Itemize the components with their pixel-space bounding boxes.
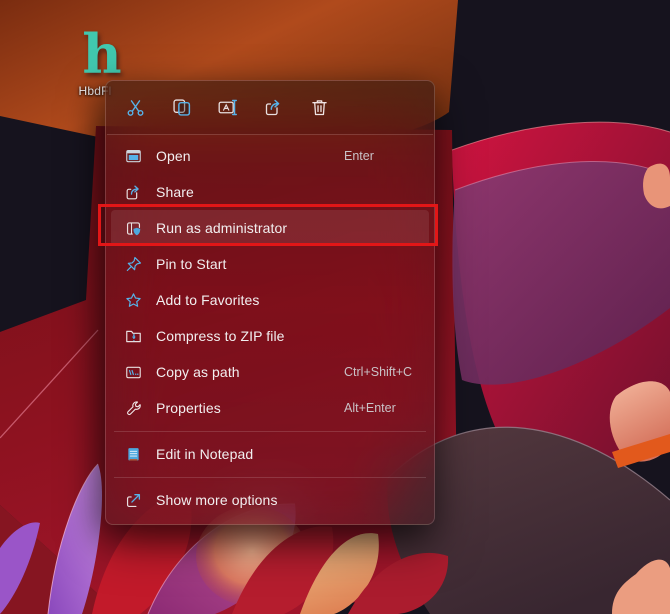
menu-item-run-as-administrator[interactable]: Run as administrator (111, 210, 429, 246)
share-icon (263, 97, 284, 118)
delete-button[interactable] (308, 97, 330, 119)
share-icon (124, 183, 143, 202)
menu-item-share[interactable]: Share (111, 174, 429, 210)
menu-item-label: Pin to Start (156, 256, 226, 272)
menu-item-label: Compress to ZIP file (156, 328, 285, 344)
trash-icon (309, 97, 330, 118)
share-button[interactable] (262, 97, 284, 119)
notepad-icon (124, 445, 143, 464)
quick-actions-bar (106, 81, 434, 134)
menu-item-add-to-favorites[interactable]: Add to Favorites (111, 282, 429, 318)
menu-item-pin-to-start[interactable]: Pin to Start (111, 246, 429, 282)
cut-button[interactable] (124, 97, 146, 119)
menu-separator (114, 477, 426, 478)
menu-item-properties[interactable]: Properties Alt+Enter (111, 390, 429, 426)
menu-separator (114, 431, 426, 432)
menu-item-open[interactable]: Open Enter (111, 138, 429, 174)
app-logo-h-icon: h (66, 28, 138, 80)
path-icon (124, 363, 143, 382)
menu-item-label: Properties (156, 400, 221, 416)
copy-button[interactable] (170, 97, 192, 119)
menu-item-edit-in-notepad[interactable]: Edit in Notepad (111, 436, 429, 472)
menu-item-copy-as-path[interactable]: Copy as path Ctrl+Shift+C (111, 354, 429, 390)
show-more-icon (124, 491, 143, 510)
menu-items: Open Enter Share Run as admini (106, 135, 434, 524)
menu-item-compress-to-zip[interactable]: Compress to ZIP file (111, 318, 429, 354)
menu-item-show-more-options[interactable]: Show more options (111, 482, 429, 518)
admin-shield-icon (124, 219, 143, 238)
menu-item-shortcut: Enter (344, 149, 374, 163)
context-menu: Open Enter Share Run as admini (105, 80, 435, 525)
menu-item-shortcut: Ctrl+Shift+C (344, 365, 412, 379)
copy-icon (171, 97, 192, 118)
menu-item-label: Open (156, 148, 191, 164)
star-icon (124, 291, 143, 310)
menu-item-label: Copy as path (156, 364, 240, 380)
menu-item-label: Run as administrator (156, 220, 287, 236)
pin-icon (124, 255, 143, 274)
open-icon (124, 147, 143, 166)
menu-item-shortcut: Alt+Enter (344, 401, 396, 415)
menu-item-label: Show more options (156, 492, 278, 508)
scissors-icon (125, 97, 146, 118)
menu-item-label: Share (156, 184, 194, 200)
menu-item-label: Add to Favorites (156, 292, 260, 308)
rename-icon (217, 97, 238, 118)
menu-item-label: Edit in Notepad (156, 446, 253, 462)
rename-button[interactable] (216, 97, 238, 119)
wrench-icon (124, 399, 143, 418)
zip-folder-icon (124, 327, 143, 346)
